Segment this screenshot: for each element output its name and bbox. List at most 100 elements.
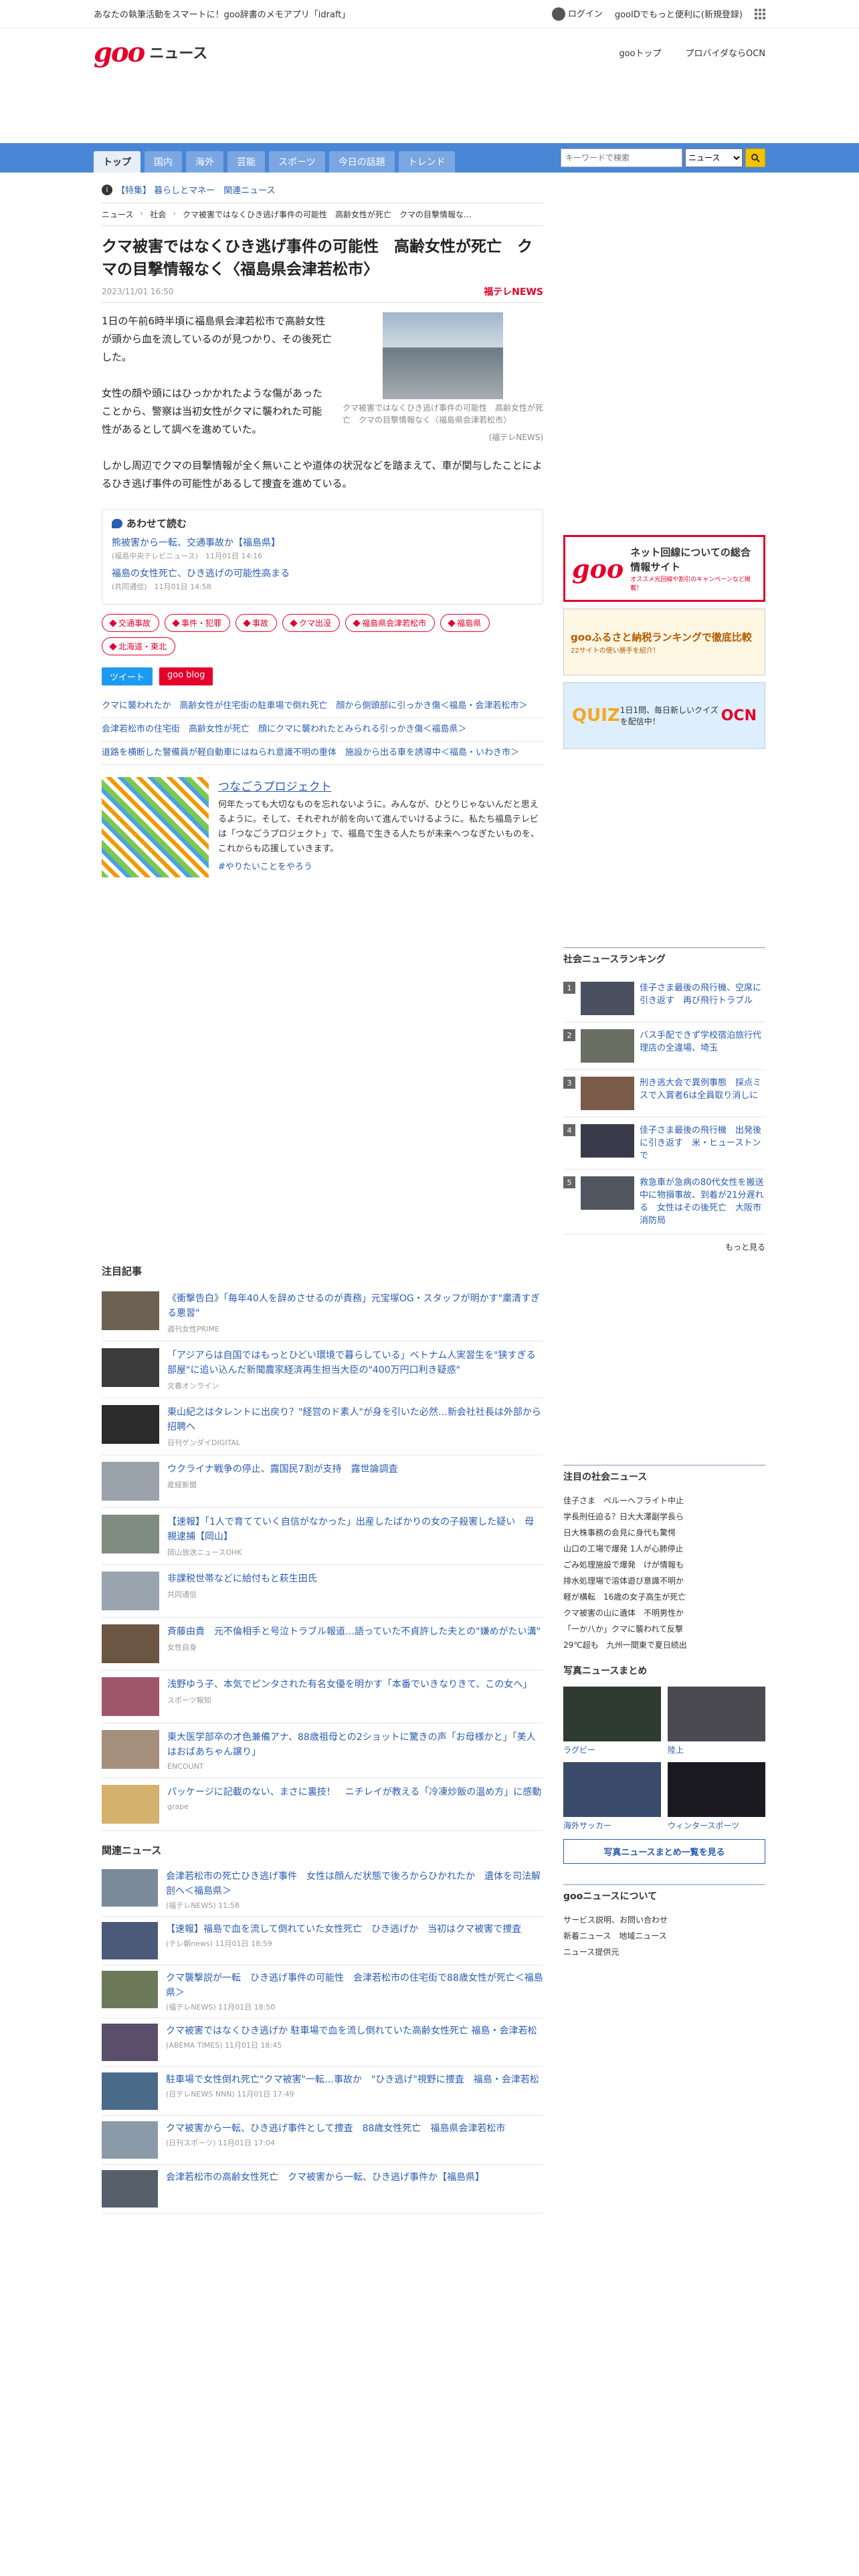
ocn-link[interactable]: プロバイダならOCN [685, 46, 765, 59]
topics-heading: 注目の社会ニュース [563, 1465, 765, 1487]
tab-entertainment[interactable]: 芸能 [227, 151, 265, 173]
tab-today[interactable]: 今日の話題 [328, 151, 395, 173]
login-link[interactable]: ログイン [551, 7, 603, 21]
topic-item[interactable]: 「一か八か」クマに襲われて反撃 [563, 1621, 765, 1637]
topic-item[interactable]: 排水処理場で溶体遊び意識不明か [563, 1573, 765, 1589]
tag[interactable]: 事故 [235, 614, 278, 632]
attention-item[interactable]: パッケージに記載のない、まさに裏技！ ニチレイが教える「冷凍炒飯の温め方」に感動… [102, 1778, 543, 1831]
topic-item[interactable]: 軽が構転 16歳の女子高生が死亡 [563, 1589, 765, 1605]
breadcrumb-current: クマ被害ではなくひき逃げ事件の可能性 高齢女性が死亡 クマの目撃情報な… [183, 210, 472, 219]
related-news-item[interactable]: クマ襲撃説が一転 ひき逃げ事件の可能性 会津若松市の住宅街で88歳女性が死亡＜福… [102, 1965, 543, 2018]
photo-winter[interactable]: ウィンタースポーツ [668, 1762, 765, 1831]
about-link[interactable]: サービス説明、お問い合わせ [563, 1912, 765, 1928]
article-date: 2023/11/01 16:50 [102, 287, 174, 296]
goo-hikari-banner[interactable]: goo ネット回線についての総合情報サイト オススメ光回線や割引のキャンペーンなど… [563, 535, 765, 602]
topic-item[interactable]: クマ被害の山に遺体 不明男性か [563, 1605, 765, 1621]
tab-trend[interactable]: トレンド [398, 151, 455, 173]
topic-item[interactable]: ごみ処理施設で爆発 けが情報も [563, 1557, 765, 1573]
tsunago-desc: 何年たっても大切なものを忘れないように。みんなが、ひとりじゃないんだと思えるよう… [218, 800, 539, 854]
topics-panel: 注目の社会ニュース 佳子さま ペルーヘフライト中止 学長刑任迫る？日大大澤副学長… [563, 1465, 765, 1960]
topic-item[interactable]: 山口の工場で爆発 1人が心肺停止 [563, 1541, 765, 1557]
tag[interactable]: 福島県 [440, 614, 490, 632]
breadcrumb-society[interactable]: 社会 [150, 209, 166, 220]
tsunago-project: つなごうプロジェクト 何年たっても大切なものを忘れないように。みんなが、ひとりじ… [102, 777, 543, 877]
quiz-banner[interactable]: QUIZ 1日1問、毎日新しいクイズを配信中！ OCN [563, 682, 765, 749]
source-logo[interactable]: 福テレNEWS [484, 285, 543, 298]
breadcrumb: ニュース › 社会 › クマ被害ではなくひき逃げ事件の可能性 高齢女性が死亡 クマの… [102, 203, 543, 226]
tsunago-title[interactable]: つなごうプロジェクト [218, 777, 543, 794]
ranking-panel: 社会ニュースランキング 1 佳子さま最後の飛行機、空席に引き返す 再び飛行トラブル… [563, 947, 765, 1253]
related-news-item[interactable]: 会津若松市の死亡ひき逃げ事件 女性は顔んだ状態で後ろからひかれたか 遺体を司法解… [102, 1864, 543, 1917]
related-news-item[interactable]: 会津若松市の高齢女性死亡 クマ被害から一転、ひき逃げ事件か【福島県】 [102, 2165, 543, 2214]
attention-item[interactable]: 【速報】「1人で育てていく自信がなかった」出産したばかりの女の子殺害した疑い 母… [102, 1508, 543, 1565]
breadcrumb-news[interactable]: ニュース [102, 209, 133, 220]
related-news-item[interactable]: 【速報】福島で血を流して倒れていた女性死亡 ひき逃げか 当初はクマ被害で捜査 (テ… [102, 1917, 543, 1965]
tab-domestic[interactable]: 国内 [145, 151, 182, 173]
article-photo[interactable] [383, 312, 503, 399]
tab-top[interactable]: トップ [94, 151, 140, 173]
photo-athletics[interactable]: 陸上 [668, 1687, 765, 1755]
ranking-item[interactable]: 4 佳子さま最後の飛行機 出発後に引き返す 米・ヒューストンで [563, 1117, 765, 1170]
furusato-banner[interactable]: gooふるさと納税ランキングで徹底比較 22サイトの使い勝手を紹介！ [563, 609, 765, 675]
tab-world[interactable]: 海外 [186, 151, 223, 173]
attention-item[interactable]: 東山紀之はタレントに出戻り？"経営のド素人"が身を引いた必然…新会社社長は外部か… [102, 1398, 543, 1455]
tsunago-thumbnail[interactable] [102, 777, 209, 877]
link-item[interactable]: 道路を横断した警備員が軽自動車にはねられ意識不明の重体 施設から出る車を誘導中＜… [102, 742, 543, 765]
photo-more-button[interactable]: 写真ニュースまとめ一覧を見る [563, 1839, 765, 1864]
tweet-button[interactable]: ツイート [102, 667, 153, 685]
attention-item[interactable]: 非課税世帯などに給付もと萩生田氏 共同通信 [102, 1565, 543, 1618]
topic-item[interactable]: 佳子さま ペルーヘフライト中止 [563, 1493, 765, 1509]
tag[interactable]: 福島県会津若松市 [345, 614, 436, 632]
related-box: あわせて読む 熊被害から一転、交通事故か【福島県】 (福島中央テレビニュース) 1… [102, 509, 543, 605]
about-link[interactable]: 新着ニュース 地域ニュース [563, 1928, 765, 1944]
attention-item[interactable]: 浅野ゆう子、本気でピンタされた有名女優を明かす「本番でいきなりきて、この女へ」ス… [102, 1671, 543, 1723]
attention-item[interactable]: 「アジアらは自国ではもっとひどい環境で暮らしている」ベトナム人実習生を"狭すぎる… [102, 1341, 543, 1398]
promo-banner[interactable]: i 【特集】 暮らしとマネー 関連ニュース [102, 179, 543, 203]
ranking-item[interactable]: 5 救急車が急病の80代女性を搬送中に物損事故、到着が21分遅れる 女性はその後死… [563, 1170, 765, 1235]
related-news-item[interactable]: 駐車場で女性倒れ死亡"クマ被害"一転…事故か "ひき逃げ"視野に捜査 福島・会津… [102, 2067, 543, 2116]
apps-grid-icon[interactable] [755, 8, 765, 19]
search-input[interactable] [561, 148, 682, 167]
tag[interactable]: クマ出没 [282, 614, 341, 632]
tsunago-hashtag[interactable]: #やりたいことをやろう [218, 859, 543, 872]
about-link[interactable]: ニュース提供元 [563, 1944, 765, 1960]
photo-soccer[interactable]: 海外サッカー [563, 1762, 661, 1831]
photo-rugby[interactable]: ラグビー [563, 1687, 661, 1755]
ranking-item[interactable]: 1 佳子さま最後の飛行機、空席に引き返す 再び飛行トラブル [563, 975, 765, 1023]
tag[interactable]: 北海道・東北 [102, 637, 176, 655]
tab-sports[interactable]: スポーツ [269, 151, 325, 173]
paragraph-3: しかし周辺でクマの目撃情報が全く無いことや道体の状況などを踏まえて、車が関与した… [102, 459, 543, 490]
attention-item[interactable]: 斉藤由貴 元不倫相手と号泣トラブル報道…語っていた不貞許した夫との"嫌めがたい溝… [102, 1618, 543, 1671]
link-item[interactable]: クマに襲われたか 高齢女性が住宅街の駐車場で倒れ死亡 顔から側頭部に引っかき傷＜… [102, 695, 543, 718]
related-item[interactable]: 福島の女性死亡、ひき逃げの可能性高まる (共同通信) 11月01日 14:58 [112, 566, 533, 592]
article-title: クマ被害ではなくひき逃げ事件の可能性 高齢女性が死亡 クマの目撃情報なく〈福島県… [102, 238, 533, 278]
topic-item[interactable]: 学長刑任迫る？日大大澤副学長ら [563, 1509, 765, 1525]
article-body: クマ被害ではなくひき逃げ事件の可能性 高齢女性が死亡 クマの目撃情報なく〈福島県… [102, 312, 543, 493]
figure-credit[interactable]: (福テレNEWS) [343, 429, 543, 447]
attention-item[interactable]: 《衝撃告白》「毎年40人を辞めさせるのが責務」元宝塚OG・スタッフが明かす"粛清… [102, 1285, 543, 1341]
tag[interactable]: 事件・犯罪 [165, 614, 231, 632]
goo-news-logo[interactable]: goo ニュース [94, 37, 207, 68]
link-item[interactable]: 会津若松市の住宅街 高齢女性が死亡 顔にクマに襲われたとみられる引っかき傷＜福島… [102, 718, 543, 742]
attention-item[interactable]: ウクライナ戦争の停止、露国民7割が支持 露世論調査 産経新聞 [102, 1455, 543, 1508]
goo-top-link[interactable]: gooトップ [619, 46, 661, 59]
attention-heading: 注目記事 [102, 1265, 142, 1277]
tag[interactable]: 交通事故 [102, 614, 160, 632]
related-news-item[interactable]: クマ被害から一転、ひき逃げ事件として捜査 88歳女性死亡 福島県会津若松市 (日刊… [102, 2116, 543, 2165]
topic-item[interactable]: 日大株事務の会見に身代も驚愕 [563, 1525, 765, 1541]
goo-id-link[interactable]: gooIDでもっと便利に(新規登録) [615, 7, 743, 20]
search-button[interactable] [745, 148, 765, 167]
ranking-item[interactable]: 3 刑き逃大会で異例事態 採点ミスで入賞者6は全員取り消しに [563, 1070, 765, 1117]
ranking-item[interactable]: 2 バス手配できず学校宿泊旅行代理店の全違場、埼玉 [563, 1023, 765, 1070]
info-icon: i [102, 184, 112, 195]
related-news-item[interactable]: クマ被害ではなくひき逃げか 駐車場で血を流し倒れていた高齢女性死亡 福島・会津若… [102, 2018, 543, 2067]
ranking-more-link[interactable]: もっと見る [563, 1241, 765, 1253]
goo-blog-button[interactable]: goo blog [159, 667, 213, 685]
topic-item[interactable]: 29℃超も 九州一間東で夏日続出 [563, 1637, 765, 1653]
related-item[interactable]: 熊被害から一転、交通事故か【福島県】 (福島中央テレビニュース) 11月01日 1… [112, 536, 533, 561]
attention-item[interactable]: 東大医学部卒の才色兼備アナ、88歳祖母との2ショットに驚きの声「お母様かと」「美… [102, 1723, 543, 1778]
related-news-heading: 関連ニュース [102, 1844, 162, 1856]
tagline-link[interactable]: あなたの執筆活動をスマートに！goo辞書のメモアプリ「idraft」 [94, 7, 350, 20]
user-icon [551, 7, 565, 21]
search-scope-select[interactable]: ニュース [685, 148, 743, 167]
